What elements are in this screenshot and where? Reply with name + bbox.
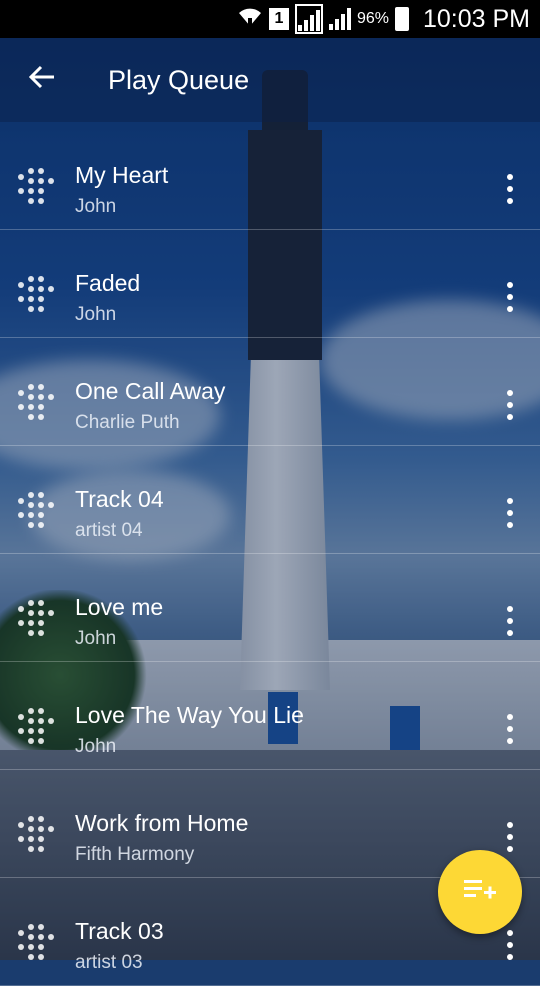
playlist-add-icon	[464, 878, 496, 907]
song-artist: Charlie Puth	[75, 412, 180, 433]
drag-handle-icon[interactable]	[18, 168, 58, 204]
song-title: Love me	[75, 594, 164, 620]
cell-signal-icon	[294, 4, 323, 34]
song-title: Track 04	[75, 486, 164, 512]
queue-item[interactable]: One Call Away Charlie Puth	[0, 338, 540, 446]
song-title: My Heart	[75, 162, 169, 188]
drag-handle-icon[interactable]	[18, 708, 58, 744]
battery-percent: 96%	[356, 10, 389, 27]
wifi-icon	[237, 6, 263, 33]
drag-handle-icon[interactable]	[18, 816, 58, 852]
song-artist: John	[75, 304, 117, 325]
more-options-icon[interactable]	[500, 822, 520, 852]
drag-handle-icon[interactable]	[18, 276, 58, 312]
more-options-icon[interactable]	[500, 606, 520, 636]
clock: 10:03 PM	[422, 4, 530, 33]
more-options-icon[interactable]	[500, 282, 520, 312]
song-title: Faded	[75, 270, 141, 296]
more-options-icon[interactable]	[500, 930, 520, 960]
status-bar: 1 96% 10:03 PM	[0, 0, 540, 38]
more-options-icon[interactable]	[500, 714, 520, 744]
song-artist: John	[75, 628, 117, 649]
song-artist: Fifth Harmony	[75, 844, 195, 865]
song-artist: artist 04	[75, 520, 143, 541]
drag-handle-icon[interactable]	[18, 492, 58, 528]
queue-item[interactable]: Love me John	[0, 554, 540, 662]
song-artist: John	[75, 736, 117, 757]
song-title: Love The Way You Lie	[75, 702, 304, 728]
page-title: Play Queue	[108, 64, 250, 95]
song-title: Work from Home	[75, 810, 249, 836]
song-title: One Call Away	[75, 378, 226, 404]
drag-handle-icon[interactable]	[18, 384, 58, 420]
more-options-icon[interactable]	[500, 390, 520, 420]
add-to-playlist-button[interactable]	[438, 850, 522, 934]
battery-icon	[394, 7, 409, 31]
sim-slot-badge: 1	[268, 8, 289, 30]
toolbar: Play Queue	[0, 38, 540, 122]
arrow-back-icon	[28, 63, 55, 97]
drag-handle-icon[interactable]	[18, 600, 58, 636]
queue-item[interactable]: Love The Way You Lie John	[0, 662, 540, 770]
back-button[interactable]	[0, 38, 84, 122]
more-options-icon[interactable]	[500, 498, 520, 528]
drag-handle-icon[interactable]	[18, 924, 58, 960]
cell-signal-icon-2	[328, 8, 351, 30]
queue-item[interactable]: My Heart John	[0, 122, 540, 230]
more-options-icon[interactable]	[500, 174, 520, 204]
queue-item[interactable]: Faded John	[0, 230, 540, 338]
queue-item[interactable]: Track 04 artist 04	[0, 446, 540, 554]
song-artist: John	[75, 196, 117, 217]
song-title: Track 03	[75, 918, 164, 944]
song-artist: artist 03	[75, 952, 143, 973]
